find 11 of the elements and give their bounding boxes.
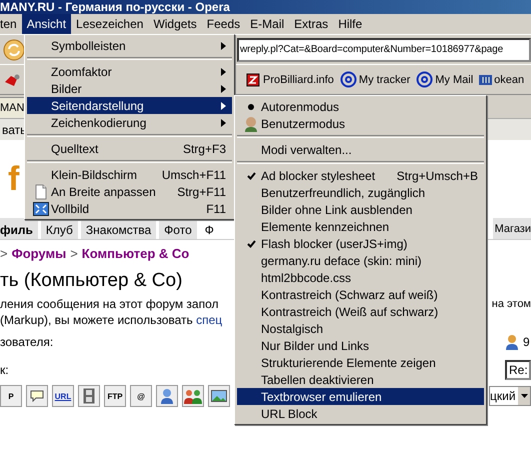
paragraph-text: на этом — [492, 298, 531, 310]
user-name: 9 — [523, 335, 530, 349]
paragraph-text: (Markup), вы можете использовать спец — [0, 313, 222, 327]
site-logo: f — [8, 160, 20, 198]
user-label: зователя: — [0, 335, 54, 349]
paragraph-text: ления сообщения на этот форум запол — [0, 297, 218, 311]
page-heading: ть (Компьютер & Co) — [0, 269, 182, 293]
breadcrumb-separator: > — [70, 246, 78, 260]
breadcrumb-separator: > — [0, 246, 8, 260]
window-title: MANY.RU - Германия по-русски - Opera — [0, 0, 230, 14]
subject-label: к: — [0, 363, 9, 377]
